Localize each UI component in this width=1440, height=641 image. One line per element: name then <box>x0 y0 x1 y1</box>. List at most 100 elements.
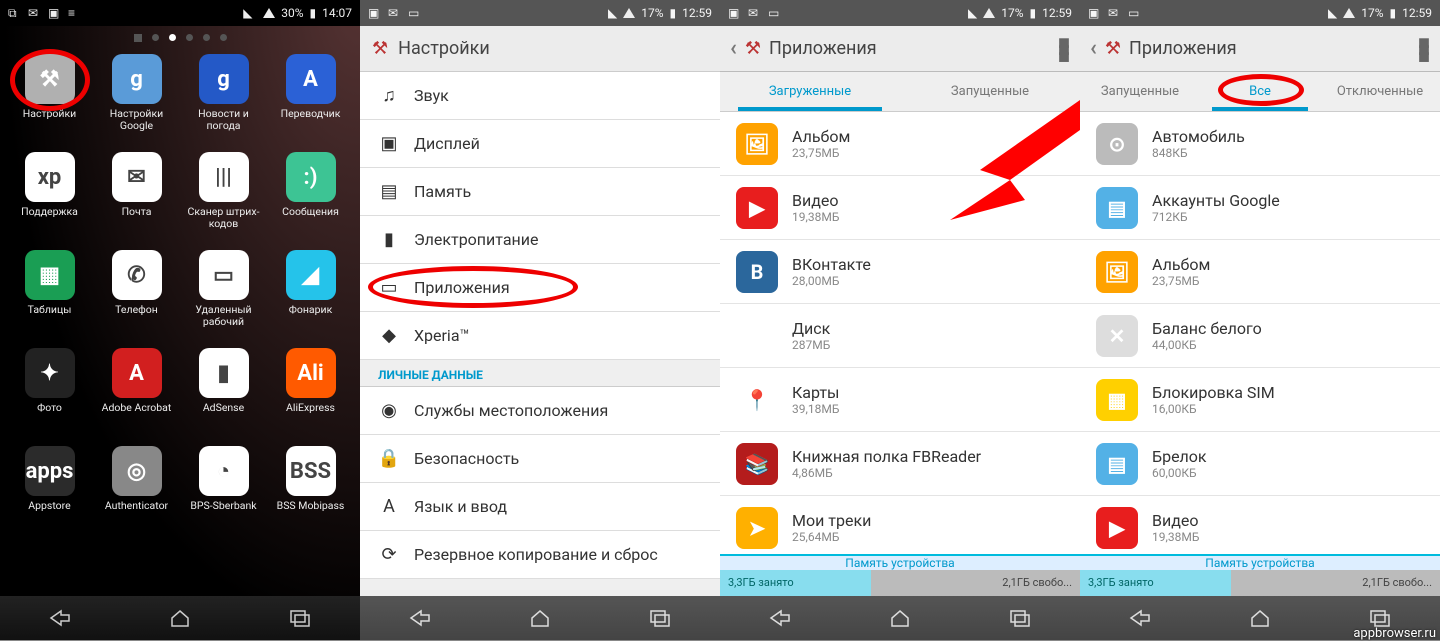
app-row[interactable]: △Диск287МБ <box>720 304 1080 368</box>
app-row[interactable]: ▦Блокировка SIM16,00КБ <box>1080 368 1440 432</box>
time: 12:59 <box>1402 6 1432 20</box>
app-row[interactable]: BВКонтакте28,00МБ <box>720 240 1080 304</box>
back-icon[interactable]: ‹ <box>730 36 737 61</box>
settings-item[interactable]: 🔒Безопасность <box>360 435 720 483</box>
wifi-icon: ◣ <box>243 6 257 20</box>
app-row[interactable]: ⊙Автомобиль848КБ <box>1080 112 1440 176</box>
app-row[interactable]: 📚Книжная полка FBReader4,86МБ <box>720 432 1080 496</box>
time: 12:59 <box>682 6 712 20</box>
page-title: Настройки <box>398 38 490 59</box>
settings-header: ⚒ Настройки <box>360 26 720 72</box>
app-launcher-item[interactable]: ✉Почта <box>95 152 178 246</box>
time: 14:07 <box>322 6 352 20</box>
home-button[interactable] <box>515 603 565 633</box>
app-row[interactable]: ▤Аккаунты Google712КБ <box>1080 176 1440 240</box>
app-launcher-item[interactable]: |||Сканер штрих-кодов <box>182 152 265 246</box>
app-launcher-item[interactable]: AПереводчик <box>269 54 352 148</box>
app-size: 60,00КБ <box>1152 466 1207 480</box>
back-button[interactable] <box>755 603 805 633</box>
app-launcher-item[interactable]: appsAppstore <box>8 446 91 540</box>
app-launcher-item[interactable]: ◢Фонарик <box>269 250 352 344</box>
app-row[interactable]: 📍Карты39,18МБ <box>720 368 1080 432</box>
app-row[interactable]: ▤Брелок60,00КБ <box>1080 432 1440 496</box>
recent-button[interactable] <box>275 603 325 633</box>
app-label: Фонарик <box>289 304 333 330</box>
app-name: Альбом <box>1152 255 1210 274</box>
settings-item[interactable]: AЯзык и ввод <box>360 483 720 531</box>
recent-button[interactable] <box>995 603 1045 633</box>
app-launcher-item[interactable]: AliAliExpress <box>269 348 352 442</box>
settings-item[interactable]: ▣Дисплей <box>360 120 720 168</box>
app-label: Новости и погода <box>182 108 265 134</box>
app-launcher-item[interactable]: ▮AdSense <box>182 348 265 442</box>
n-icon: ▭ <box>408 6 422 20</box>
app-name: Брелок <box>1152 447 1207 466</box>
app-row[interactable]: 🖼Альбом23,75МБ <box>720 112 1080 176</box>
back-button[interactable] <box>395 603 445 633</box>
settings-item[interactable]: ▭Приложения <box>360 264 720 312</box>
storage-bar: Память устройства 3,3ГБ занято 2,1ГБ сво… <box>720 568 1080 596</box>
card-icon: ▣ <box>368 6 382 20</box>
app-launcher-item[interactable]: xpПоддержка <box>8 152 91 246</box>
bars-icon: ≡ <box>68 6 82 20</box>
app-row[interactable]: ▶Видео19,38МБ <box>720 176 1080 240</box>
back-button[interactable] <box>35 603 85 633</box>
tab[interactable]: Запущенные <box>900 72 1080 111</box>
page-title: Приложения <box>769 38 877 59</box>
app-icon: △ <box>736 315 778 357</box>
tab[interactable]: Отключенные <box>1320 72 1440 111</box>
app-name: Карты <box>792 383 839 402</box>
back-button[interactable] <box>1115 603 1165 633</box>
tab[interactable]: Загруженные <box>720 72 900 111</box>
tab[interactable]: Все <box>1200 72 1320 111</box>
back-icon[interactable]: ‹ <box>1090 36 1097 61</box>
app-size: 23,75МБ <box>792 146 850 160</box>
app-launcher-item[interactable]: BSSBSS Mobipass <box>269 446 352 540</box>
app-list: 🖼Альбом23,75МБ▶Видео19,38МБBВКонтакте28,… <box>720 112 1080 568</box>
signal-icon <box>263 8 275 18</box>
app-label: Поддержка <box>21 206 78 232</box>
app-launcher-item[interactable]: ✆Телефон <box>95 250 178 344</box>
app-row[interactable]: 🖼Альбом23,75МБ <box>1080 240 1440 304</box>
app-row[interactable]: ▶Видео19,38МБ <box>1080 496 1440 560</box>
app-row[interactable]: ➤Мои треки25,64МБ <box>720 496 1080 560</box>
app-launcher-item[interactable]: ▭Удаленный рабочий <box>182 250 265 344</box>
home-button[interactable] <box>155 603 205 633</box>
settings-item[interactable]: ⟳Резервное копирование и сброс <box>360 531 720 579</box>
settings-item[interactable]: ◆Xperia™ <box>360 312 720 360</box>
app-icon: B <box>736 251 778 293</box>
app-launcher-item[interactable]: ✦Фото <box>8 348 91 442</box>
overflow-menu[interactable]: ■■■ <box>1058 39 1076 59</box>
app-name: ВКонтакте <box>792 255 871 274</box>
tab[interactable]: Запущенные <box>1080 72 1200 111</box>
home-button[interactable] <box>1235 603 1285 633</box>
settings-item[interactable]: ♫Звук <box>360 72 720 120</box>
item-icon: ♫ <box>378 85 400 107</box>
app-row[interactable]: ✕Баланс белого44,00КБ <box>1080 304 1440 368</box>
recent-button[interactable] <box>635 603 685 633</box>
app-launcher-item[interactable]: gНастройки Google <box>95 54 178 148</box>
app-size: 25,64МБ <box>792 530 871 544</box>
app-launcher-item[interactable]: ⚒Настройки <box>8 54 91 148</box>
home-button[interactable] <box>875 603 925 633</box>
settings-item[interactable]: ▤Память <box>360 168 720 216</box>
signal-icon <box>623 8 635 18</box>
settings-item[interactable]: ▮Электропитание <box>360 216 720 264</box>
app-launcher-item[interactable]: ▦Таблицы <box>8 250 91 344</box>
item-label: Дисплей <box>414 134 480 153</box>
status-bar: ▣ ✉ ▭ ◣ 17% ▮ 12:59 <box>720 0 1080 26</box>
app-name: Автомобиль <box>1152 127 1245 146</box>
app-size: 287МБ <box>792 338 830 352</box>
settings-item[interactable]: ◉Службы местоположения <box>360 387 720 435</box>
signal-icon <box>983 8 995 18</box>
app-launcher-item[interactable]: AAdobe Acrobat <box>95 348 178 442</box>
card-icon: ▣ <box>728 6 742 20</box>
page-title: Приложения <box>1129 38 1237 59</box>
overflow-menu[interactable]: ■■■ <box>1418 39 1436 59</box>
app-name: Блокировка SIM <box>1152 383 1275 402</box>
app-launcher-item[interactable]: ◔BPS-Sberbank <box>182 446 265 540</box>
n-icon: ▭ <box>768 6 782 20</box>
app-launcher-item[interactable]: :)Сообщения <box>269 152 352 246</box>
app-launcher-item[interactable]: ◎Authenticator <box>95 446 178 540</box>
app-launcher-item[interactable]: gНовости и погода <box>182 54 265 148</box>
